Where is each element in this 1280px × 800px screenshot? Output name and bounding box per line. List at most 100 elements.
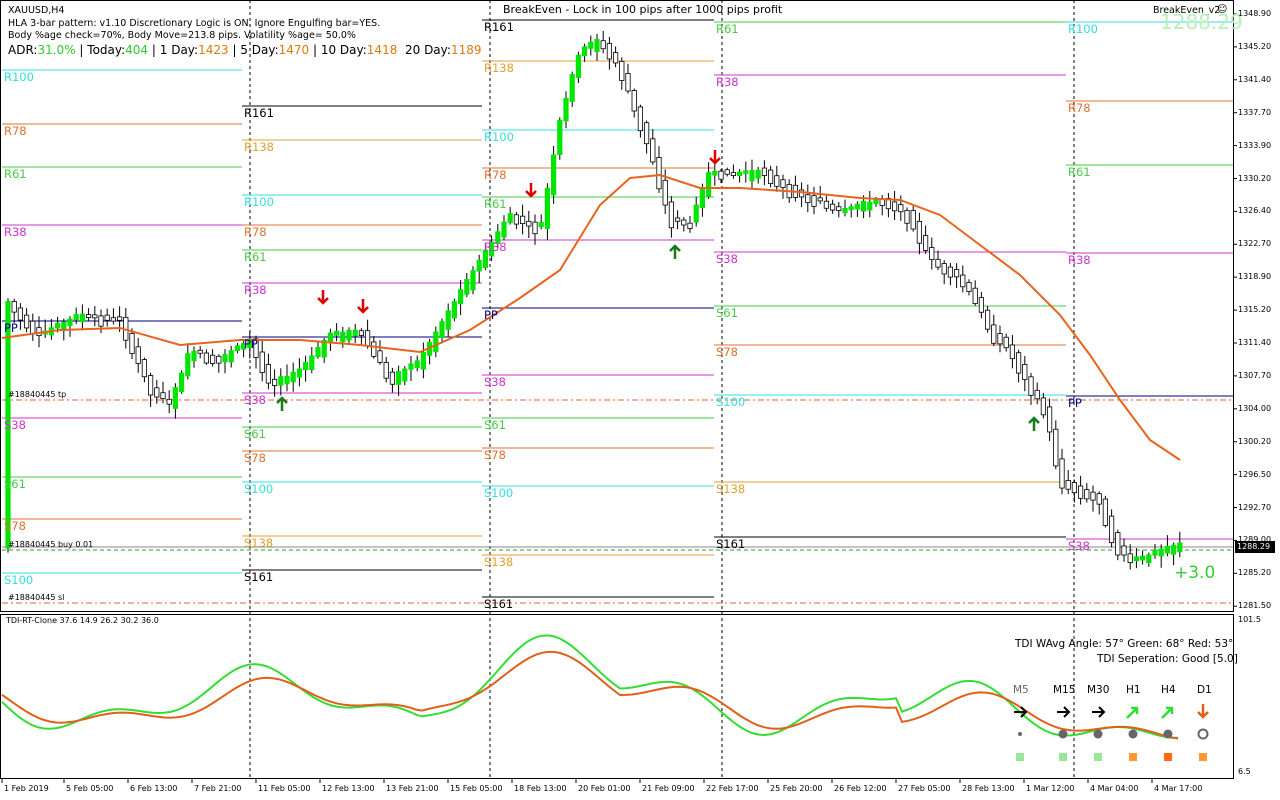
candle-body — [836, 206, 842, 211]
candle-body — [954, 269, 960, 278]
candle-body — [439, 321, 445, 338]
candle-body — [1084, 489, 1090, 500]
candle-body — [699, 187, 706, 208]
date-axis-ticks — [1, 779, 1153, 783]
candle-body — [960, 274, 966, 288]
candle-body — [718, 170, 724, 180]
date-tick-label: 11 Feb 05:00 — [258, 784, 311, 793]
candle-body — [1078, 485, 1084, 499]
info-line-1: HLA 3-bar pattern: v1.10 Discretionary L… — [8, 18, 381, 29]
pivot-label-r161: R161 — [484, 20, 514, 34]
candle-body — [1003, 336, 1009, 349]
candle-body — [17, 307, 24, 321]
day1-label: | 1 Day: — [151, 43, 199, 57]
buy-label: #18840445 buy 0.01 — [8, 540, 94, 549]
pivot-label-r38: R38 — [244, 283, 267, 297]
indicator-name: TDI-RT-Clone 37.6 14.9 26.2 30.2 36.0 — [6, 616, 159, 625]
price-tick-label: 1348.90 — [1238, 9, 1272, 18]
candle-body — [513, 214, 520, 225]
candle-body — [774, 175, 780, 187]
candle-body — [575, 54, 582, 79]
sl-label: #18840445 sl — [8, 593, 65, 602]
candle-body — [160, 392, 166, 400]
candle-body — [848, 206, 854, 211]
candle-body — [23, 314, 30, 329]
candle-body — [1028, 376, 1034, 396]
pivot-label-r61: R61 — [484, 197, 507, 211]
price-tick-label: 1307.70 — [1238, 370, 1272, 380]
candle-body — [588, 41, 594, 49]
pivot-label-s100: S100 — [716, 395, 746, 409]
candle-body — [302, 361, 309, 371]
candle-body — [154, 387, 160, 398]
candle-body — [191, 350, 197, 362]
candle-body — [749, 170, 755, 182]
pivot-label-r38: R38 — [716, 75, 739, 89]
pivot-label-pp: PP — [244, 337, 258, 351]
price-tick-label: 1333.90 — [1238, 140, 1272, 150]
candle-body — [892, 201, 898, 212]
candle-body — [457, 289, 464, 305]
candle-body — [197, 349, 203, 354]
day10-label: | 10 Day: — [312, 43, 367, 57]
adr-label: ADR: — [8, 43, 38, 57]
candle-body — [935, 258, 941, 268]
candle-body — [606, 43, 613, 60]
tf-d1: D1 — [1197, 684, 1212, 696]
price-tick-label: 1292.70 — [1238, 502, 1272, 512]
candle-body — [1109, 515, 1115, 544]
price-tick-label: 1296.50 — [1238, 469, 1272, 479]
pivot-label-s138: S138 — [716, 482, 746, 496]
candle-body — [687, 222, 693, 229]
price-tick-label: 1322.70 — [1238, 239, 1272, 249]
candle-body — [358, 330, 365, 336]
candle-body — [147, 375, 154, 396]
candle-body — [1022, 364, 1028, 380]
pivot-label-s78: S78 — [4, 519, 26, 533]
candle-body — [1121, 545, 1127, 556]
date-tick-label: 22 Feb 17:00 — [706, 784, 759, 793]
candle-body — [693, 204, 699, 223]
candle-body — [1059, 458, 1065, 489]
candle-body — [737, 171, 743, 176]
candle-body — [910, 210, 916, 230]
candle-body — [1177, 542, 1183, 553]
candle-body — [340, 331, 346, 343]
candle-body — [408, 363, 414, 370]
candle-body — [30, 320, 36, 335]
candle-body — [854, 203, 861, 210]
candle-body — [1016, 352, 1022, 374]
price-tick-label: 1311.40 — [1238, 338, 1272, 347]
candle-body — [11, 301, 17, 313]
pivot-label-r138: R138 — [244, 140, 274, 154]
tf-m15: M15 — [1053, 684, 1076, 696]
candle-body — [420, 352, 427, 370]
candle-body — [36, 327, 42, 337]
candle-body — [104, 314, 110, 321]
candle-body — [631, 90, 637, 112]
price-tick-label: 1330.20 — [1238, 173, 1272, 183]
price-tick-label: 1304.00 — [1238, 403, 1272, 413]
candle-body — [73, 313, 79, 321]
candle-body — [904, 209, 910, 224]
candle-body — [1133, 556, 1139, 562]
candle-body — [1152, 550, 1158, 556]
date-tick-label: 12 Feb 13:00 — [322, 784, 375, 793]
candle-body — [941, 263, 947, 275]
candle-body — [129, 333, 135, 354]
candle-body — [1140, 555, 1146, 561]
candle-body — [947, 266, 954, 278]
pivot-label-r100: R100 — [1068, 22, 1098, 36]
pivot-label-s61: S61 — [244, 427, 266, 441]
candle-body — [724, 169, 730, 175]
candle-body — [544, 187, 551, 229]
candle-body — [873, 199, 879, 204]
pivot-label-r61: R61 — [244, 250, 267, 264]
adr-row: ADR:31.0% | Today:404 | 1 Day:1423 | 5 D… — [8, 44, 481, 56]
chart-canvas — [0, 0, 1275, 783]
candle-body — [557, 119, 563, 155]
candle-body — [1009, 344, 1016, 360]
candle-body — [761, 167, 768, 176]
candle-body — [203, 352, 209, 364]
candle-body — [79, 313, 85, 323]
